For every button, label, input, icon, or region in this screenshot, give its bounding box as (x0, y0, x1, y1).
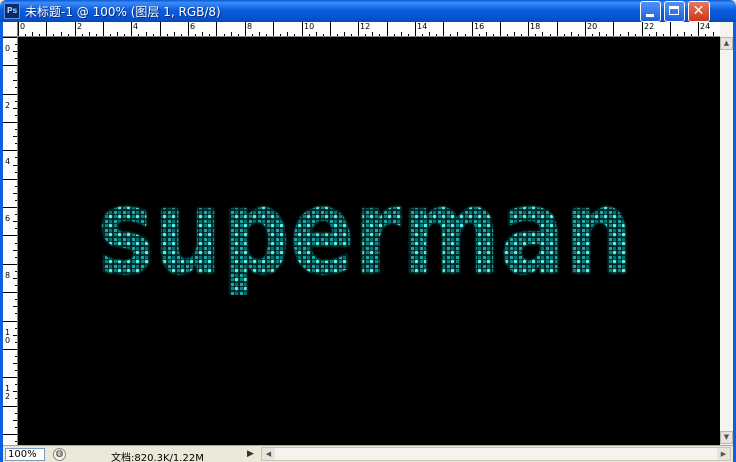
horizontal-scrollbar[interactable]: ◀ ▶ (261, 447, 731, 461)
horizontal-ruler[interactable]: 0 2 4 6 8 10 12 14 16 18 20 22 24 (18, 22, 720, 37)
vertical-ruler[interactable]: 0 2 4 6 8 1 0 1 2 (3, 37, 18, 445)
ruler-label: 2 (77, 22, 83, 31)
ruler-label: 18 (530, 22, 541, 31)
ruler-label: 6 (190, 22, 196, 31)
maximize-icon (669, 6, 679, 15)
ruler-label: 1 0 (5, 328, 11, 345)
ruler-label: 8 (247, 22, 253, 31)
document-window: Ps 未标题-1 @ 100% (图层 1, RGB/8) ✕ 0 2 4 6 8 10 1… (0, 0, 736, 462)
ruler-label: 20 (587, 22, 598, 31)
navigator-icon[interactable]: ◍ (53, 448, 66, 461)
status-bar: 100% ◍ 文档:820.3K/1.22M ▶ ◀ ▶ (3, 445, 733, 462)
maximize-button[interactable] (664, 1, 685, 22)
document-size-info[interactable]: 文档:820.3K/1.22M (111, 449, 204, 462)
ruler-label: 22 (644, 22, 655, 31)
photoshop-icon[interactable]: Ps (4, 3, 20, 19)
ruler-label: 8 (5, 271, 11, 280)
ruler-label: 0 (20, 22, 26, 31)
window-title: 未标题-1 @ 100% (图层 1, RGB/8) (25, 5, 221, 19)
scroll-down-button[interactable]: ▼ (720, 431, 733, 444)
close-icon: ✕ (692, 3, 705, 19)
scroll-up-button[interactable]: ▲ (720, 37, 733, 50)
scroll-right-button[interactable]: ▶ (717, 448, 730, 460)
document-canvas[interactable]: superman (18, 37, 720, 445)
superman-text-artwork: superman (98, 165, 633, 295)
minimize-icon (646, 14, 654, 17)
status-menu-arrow-icon[interactable]: ▶ (243, 447, 258, 461)
close-button[interactable]: ✕ (688, 1, 710, 22)
scroll-left-button[interactable]: ◀ (262, 448, 275, 460)
ruler-label: 2 (5, 101, 11, 110)
superman-text: superman (98, 165, 633, 295)
ruler-origin[interactable] (3, 22, 18, 37)
title-bar[interactable]: Ps 未标题-1 @ 100% (图层 1, RGB/8) ✕ (0, 0, 736, 22)
zoom-field[interactable]: 100% (5, 448, 45, 461)
ruler-label: 14 (417, 22, 428, 31)
ruler-label: 1 2 (5, 384, 11, 401)
minimize-button[interactable] (640, 1, 661, 22)
ruler-label: 4 (133, 22, 139, 31)
ruler-label: 6 (5, 214, 11, 223)
vertical-scrollbar[interactable]: ▲ ▼ (720, 22, 733, 445)
ruler-label: 10 (304, 22, 315, 31)
ruler-label: 12 (360, 22, 371, 31)
ruler-label: 0 (5, 44, 11, 53)
ruler-label: 24 (700, 22, 711, 31)
ruler-label: 4 (5, 157, 11, 166)
ruler-label: 16 (474, 22, 485, 31)
